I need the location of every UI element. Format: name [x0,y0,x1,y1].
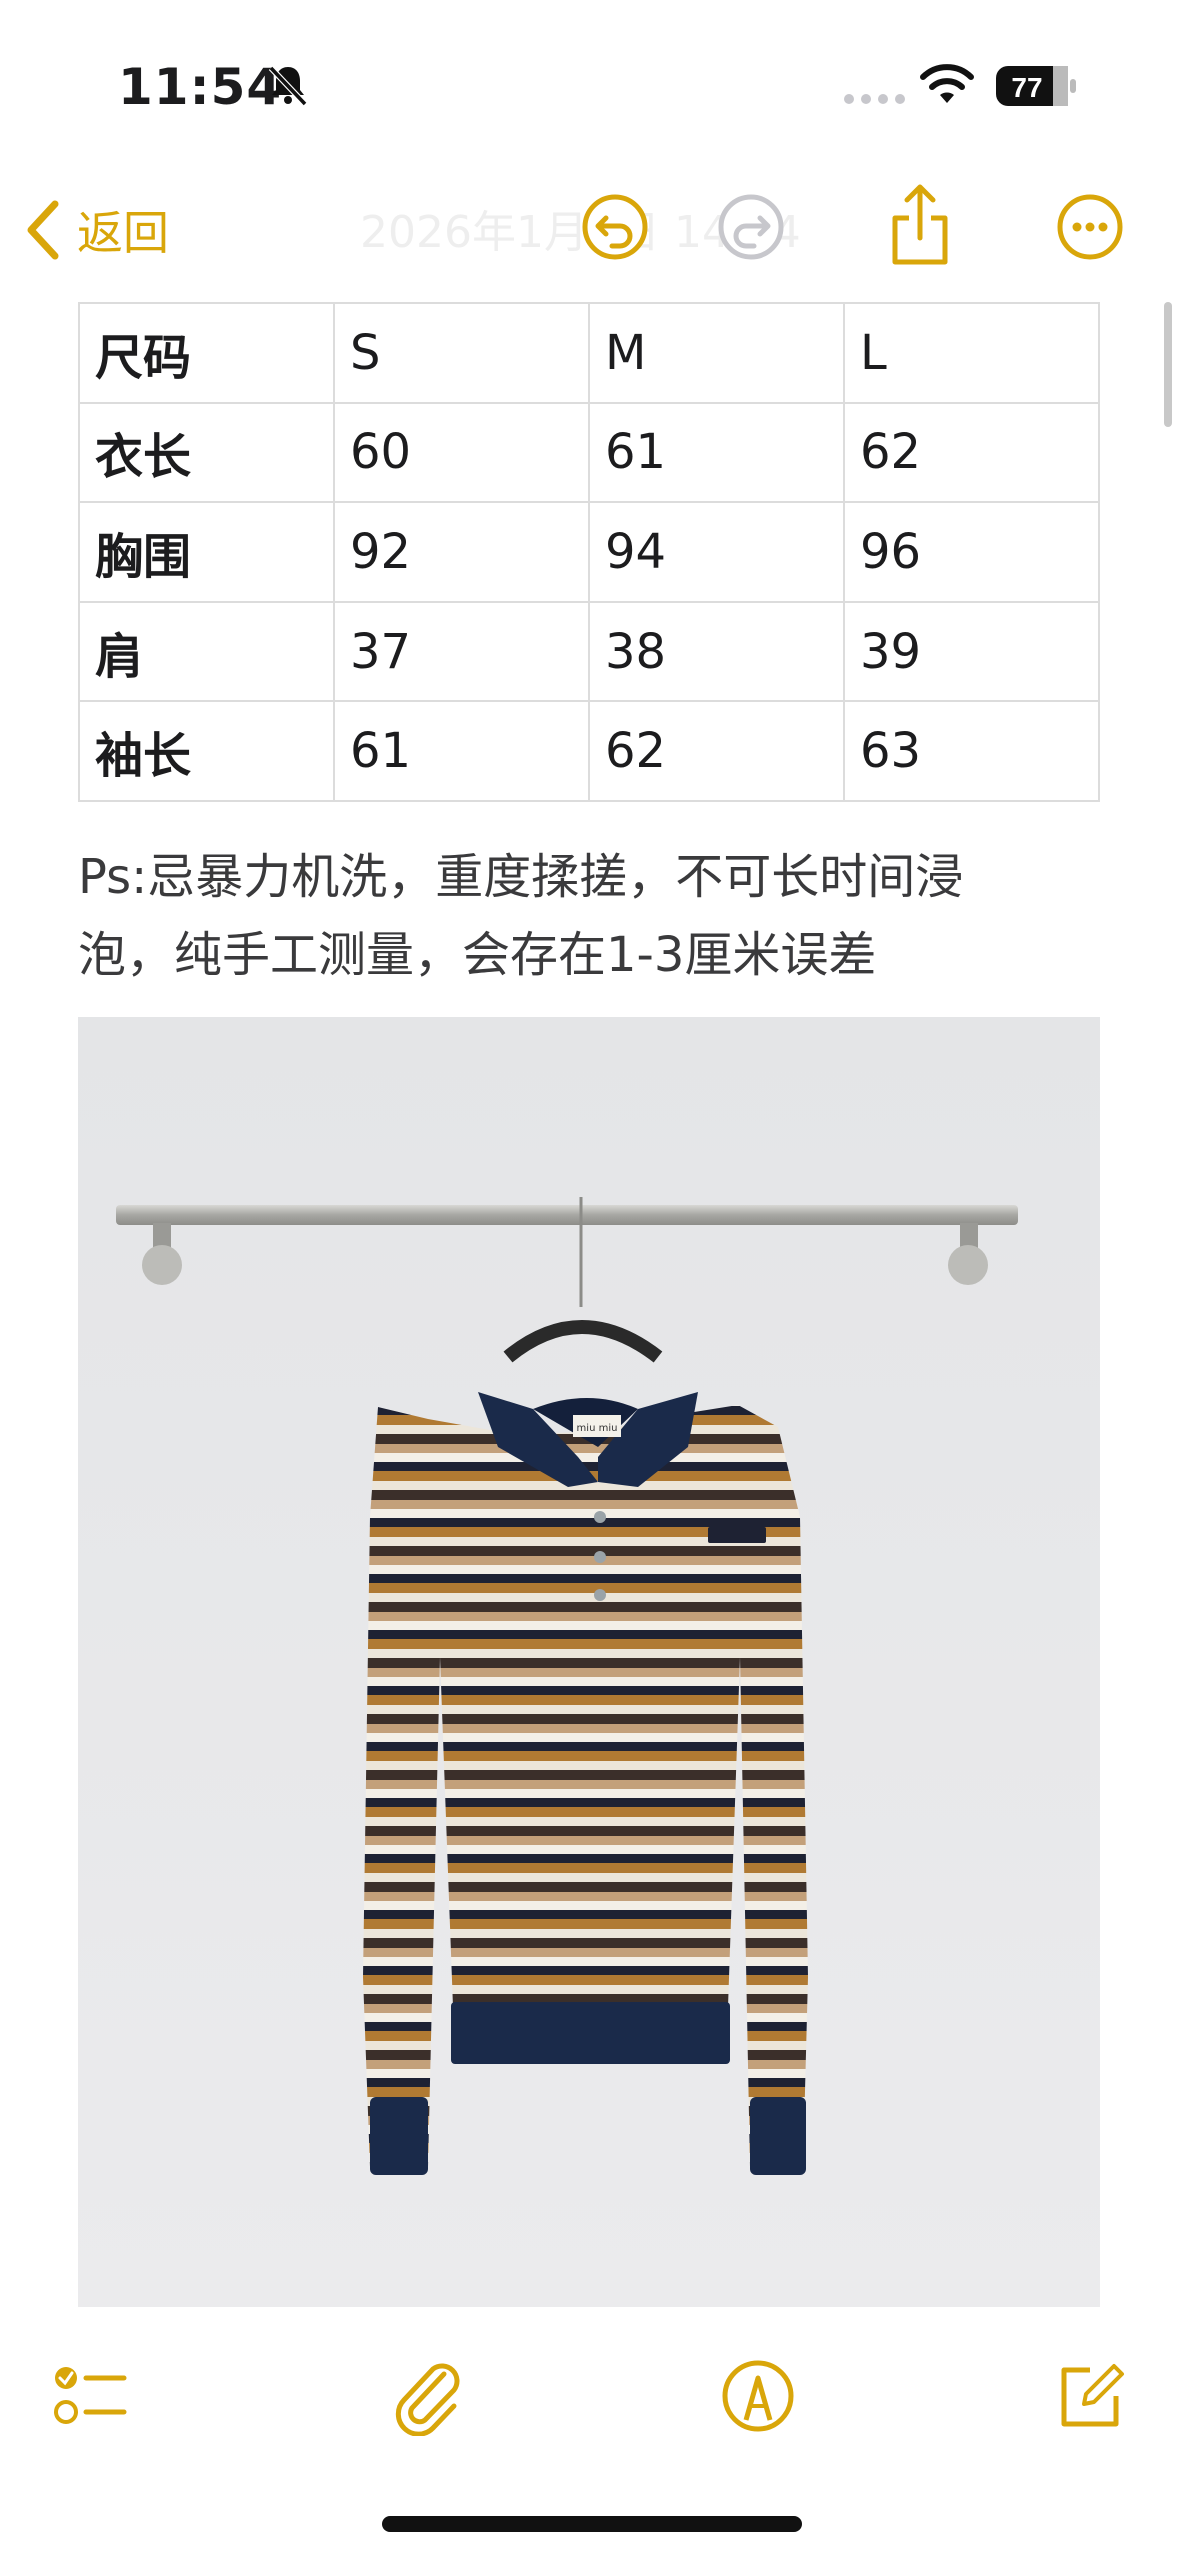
care-note: Ps:忌暴力机洗，重度揉搓，不可长时间浸 泡，纯手工测量，会存在1-3厘米误差 [78,838,1118,994]
paperclip-icon[interactable] [388,2356,468,2436]
table-cell: 92 [333,501,590,603]
care-note-line: Ps:忌暴力机洗，重度揉搓，不可长时间浸 [78,849,964,905]
table-header-row: 尺码 S M L [78,302,1100,404]
home-indicator[interactable] [382,2516,802,2532]
table-cell: 94 [588,501,845,603]
chevron-left-icon [27,200,59,260]
table-cell: 63 [843,700,1100,802]
table-row: 胸围 92 94 96 [78,501,1100,603]
table-header-cell: M [588,302,845,404]
table-cell: 袖长 [78,700,335,802]
navigation-bar: 返回 2026年1月5日 14:14 [0,170,1179,290]
sweater-photo[interactable]: miu miu [78,1017,1100,2307]
table-cell: 62 [843,401,1100,504]
size-table: 尺码 S M L 衣长 60 61 62 胸围 92 94 96 肩 37 38… [78,302,1100,802]
back-button[interactable]: 返回 [25,195,169,265]
table-cell: 肩 [78,600,335,703]
redo-icon[interactable] [716,192,786,262]
compose-icon[interactable] [1050,2356,1130,2436]
table-cell: 37 [333,600,590,703]
table-row: 袖长 61 62 63 [78,700,1100,802]
battery-level: 77 [1011,72,1042,103]
table-cell: 39 [843,600,1100,703]
signal-dots-icon [844,94,905,104]
back-label: 返回 [77,206,169,260]
table-cell: 38 [588,600,845,703]
table-cell: 61 [588,401,845,504]
wifi-icon [920,64,974,103]
table-cell: 62 [588,700,845,802]
table-header-cell: S [333,302,590,404]
silent-bell-icon [268,65,308,107]
brand-label-text: miu miu [577,1423,618,1434]
scroll-indicator[interactable] [1164,302,1172,427]
care-note-line: 泡，纯手工测量，会存在1-3厘米误差 [78,927,877,983]
table-row: 肩 37 38 39 [78,600,1100,703]
table-row: 衣长 60 61 62 [78,401,1100,504]
status-bar: 11:54 77 [0,0,1179,170]
table-cell: 96 [843,501,1100,603]
table-cell: 衣长 [78,401,335,504]
status-time: 11:54 [118,58,283,116]
battery-icon: 77 [996,66,1076,106]
undo-icon[interactable] [580,192,650,262]
table-cell: 胸围 [78,501,335,603]
more-options-icon[interactable] [1055,192,1125,262]
checklist-icon[interactable] [52,2356,132,2436]
table-cell: 61 [333,700,590,802]
markup-pen-icon[interactable] [718,2356,798,2436]
table-cell: 60 [333,401,590,504]
table-header-cell: 尺码 [78,302,335,404]
share-icon[interactable] [885,182,955,268]
table-header-cell: L [843,302,1100,404]
